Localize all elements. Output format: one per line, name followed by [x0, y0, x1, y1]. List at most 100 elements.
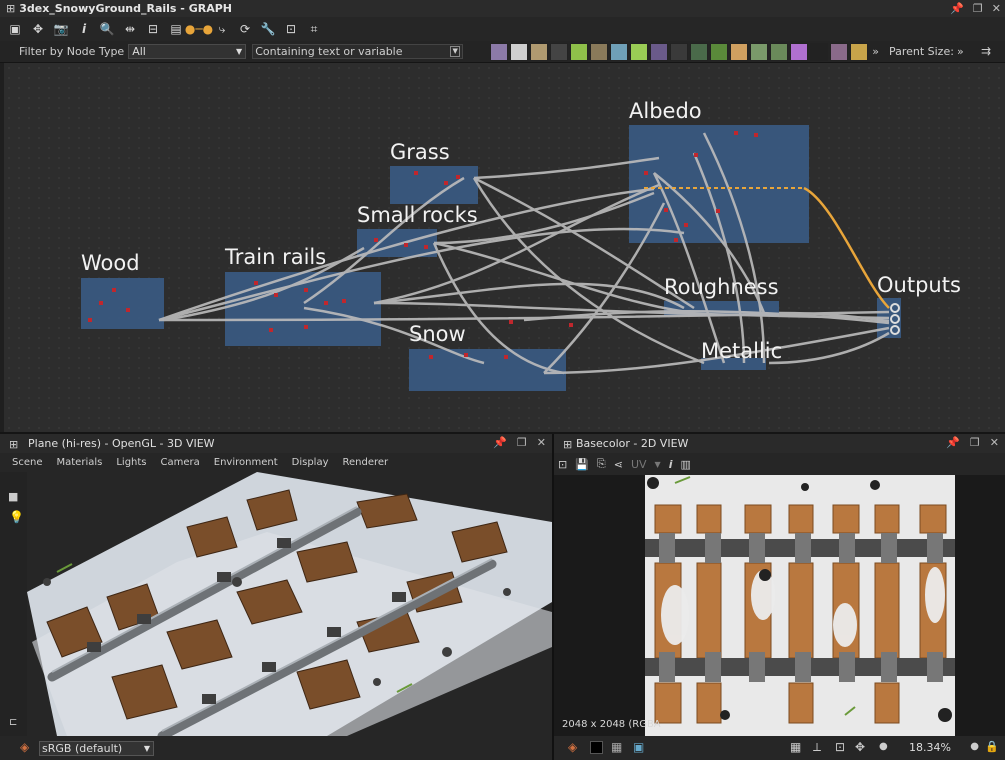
bitmap-node-icon[interactable] [490, 42, 509, 61]
frame-title-albedo: Albedo [629, 99, 702, 123]
link-icon[interactable]: ●─● [185, 20, 213, 38]
snapshot-icon[interactable]: ⊡ [282, 20, 300, 38]
camera-icon[interactable]: 📷 [52, 20, 70, 38]
save-icon[interactable]: 💾 [575, 458, 589, 471]
close-icon[interactable]: ✕ [992, 2, 1001, 15]
zoom-out-icon[interactable]: ● [879, 741, 888, 752]
pattern-node-icon[interactable] [670, 42, 689, 61]
rendered-plane [27, 472, 552, 736]
frame-title-outputs: Outputs [877, 273, 961, 297]
warning-node-icon[interactable] [850, 42, 869, 61]
more-icons-chevron-icon[interactable]: » [872, 45, 879, 58]
layers-icon[interactable]: ◈ [568, 740, 577, 754]
sphere-node-icon[interactable] [750, 42, 769, 61]
graph-icon: ⊞ [6, 2, 16, 15]
graph-canvas[interactable]: Wood Train rails Grass Small rocks Snow … [4, 63, 1005, 432]
background-color-swatch[interactable] [590, 741, 603, 754]
share-icon[interactable]: ⋖ [614, 458, 623, 471]
menu-environment[interactable]: Environment [214, 457, 278, 468]
view2d-viewport[interactable]: 2048 x 2048 (RGBA [554, 475, 1005, 736]
curve-node-icon[interactable] [570, 42, 589, 61]
view3d-panel: ⊞ Plane (hi-res) - OpenGL - 3D VIEW 📌 ❐ … [0, 434, 552, 760]
pin-icon[interactable]: 📌 [493, 436, 507, 449]
fit-view-icon[interactable]: ⊡ [558, 458, 567, 471]
light-icon[interactable]: 💡 [9, 510, 24, 524]
blend-node-icon[interactable] [590, 42, 609, 61]
close-icon[interactable]: ✕ [990, 436, 999, 449]
uv-chevron-icon[interactable]: ▼ [655, 460, 661, 469]
uv-toggle[interactable]: UV [631, 458, 647, 471]
zoom-level[interactable]: 18.34% [909, 741, 951, 754]
close-icon[interactable]: ✕ [537, 436, 546, 449]
filter-text-field[interactable]: Containing text or variable ▼ [252, 44, 464, 59]
menu-scene[interactable]: Scene [12, 457, 43, 468]
tiling-icon[interactable]: ⟂ [813, 740, 821, 755]
color-node-icon[interactable] [730, 42, 749, 61]
window-title: 3dex_SnowyGround_Rails - GRAPH [19, 2, 232, 15]
view3d-menu: Scene Materials Lights Camera Environmen… [0, 453, 552, 472]
warp-node-icon[interactable] [830, 42, 849, 61]
tree-icon[interactable]: ⊏ [9, 717, 17, 728]
checker-icon[interactable]: ▦ [611, 740, 622, 754]
shuffle-node-icon[interactable] [550, 42, 569, 61]
menu-camera[interactable]: Camera [161, 457, 200, 468]
refresh-icon[interactable]: ⟳ [236, 20, 254, 38]
graph-wires [88, 131, 900, 375]
color-space-select[interactable]: sRGB (default) ▼ [39, 740, 154, 756]
menu-lights[interactable]: Lights [116, 457, 146, 468]
parent-size-label: Parent Size: [888, 45, 954, 58]
blur-node-icon[interactable] [650, 42, 669, 61]
grass-node-icon[interactable] [710, 42, 729, 61]
noise-node-icon[interactable] [810, 42, 829, 61]
connect-icon[interactable]: ⤷ [213, 20, 231, 38]
frame-title-snow: Snow [409, 322, 466, 346]
pin-icon[interactable]: 📌 [946, 436, 960, 449]
graph-options-icon[interactable]: ⇉ [981, 44, 991, 58]
frame-all-icon[interactable]: ▣ [6, 20, 24, 38]
histogram-node-icon[interactable] [770, 42, 789, 61]
view2d-panel: ⊞ Basecolor - 2D VIEW 📌 ❐ ✕ ⊡ 💾 ⎘ ⋖ UV ▼… [554, 434, 1005, 760]
layers-icon[interactable]: ◈ [20, 740, 29, 754]
search-icon[interactable]: 🔍 [98, 20, 116, 38]
fill-node-icon[interactable] [530, 42, 549, 61]
comment-icon[interactable]: ▤ [167, 20, 185, 38]
zoom-in-icon[interactable]: ● [970, 741, 979, 752]
tools-icon[interactable]: 🔧 [259, 20, 277, 38]
info-icon[interactable]: i [75, 20, 93, 38]
menu-display[interactable]: Display [292, 457, 329, 468]
maximize-icon[interactable]: ❐ [970, 436, 980, 449]
crop-icon[interactable]: ⌗ [305, 20, 323, 38]
transform-node-icon[interactable] [610, 42, 629, 61]
info-icon[interactable]: i [669, 458, 673, 471]
menu-renderer[interactable]: Renderer [343, 457, 389, 468]
menu-materials[interactable]: Materials [57, 457, 103, 468]
graph-toolbar: ▣ ✥ 📷 i 🔍 ⇹ ⊟ ▤ ●─● ⤷ ⟳ 🔧 ⊡ ⌗ [0, 17, 1005, 41]
gradient-node-icon[interactable] [630, 42, 649, 61]
pin-icon[interactable]: 📌 [950, 2, 964, 15]
frame-title-wood: Wood [81, 251, 140, 275]
channels-icon[interactable]: ▣ [633, 740, 644, 754]
camera-icon[interactable]: ■ [8, 490, 18, 503]
maximize-icon[interactable]: ❐ [517, 436, 527, 449]
output-node-icon[interactable] [690, 42, 709, 61]
frame-selected-icon[interactable]: ✥ [29, 20, 47, 38]
lock-icon[interactable]: 🔒 [985, 740, 999, 753]
pan-icon[interactable]: ✥ [855, 740, 865, 754]
view3d-sidebar: ■ 💡 ⊏ [0, 472, 27, 736]
fit-icon[interactable]: ⊡ [835, 740, 845, 754]
copy-icon[interactable]: ⎘ [597, 457, 606, 471]
hue-node-icon[interactable] [790, 42, 809, 61]
grid-icon[interactable]: ▦ [790, 740, 801, 754]
parent-size-chevron-icon[interactable]: » [957, 45, 964, 58]
view2d-footer: ◈ ▦ ▣ ▦ ⟂ ⊡ ✥ ● 18.34% ● 🔒 [554, 736, 1005, 760]
histogram-icon[interactable]: ▥ [680, 458, 690, 471]
view3d-viewport[interactable] [27, 472, 552, 736]
svg-node-icon[interactable] [510, 42, 529, 61]
layout-icon[interactable]: ⊟ [144, 20, 162, 38]
frame-title-train-rails: Train rails [225, 245, 327, 269]
node-type-select[interactable]: All ▼ [128, 44, 247, 59]
filter-bar: Filter by Node Type All ▼ Containing text… [0, 41, 1005, 63]
maximize-icon[interactable]: ❐ [973, 2, 983, 15]
align-icon[interactable]: ⇹ [121, 20, 139, 38]
frame-title-metallic: Metallic [701, 339, 783, 363]
